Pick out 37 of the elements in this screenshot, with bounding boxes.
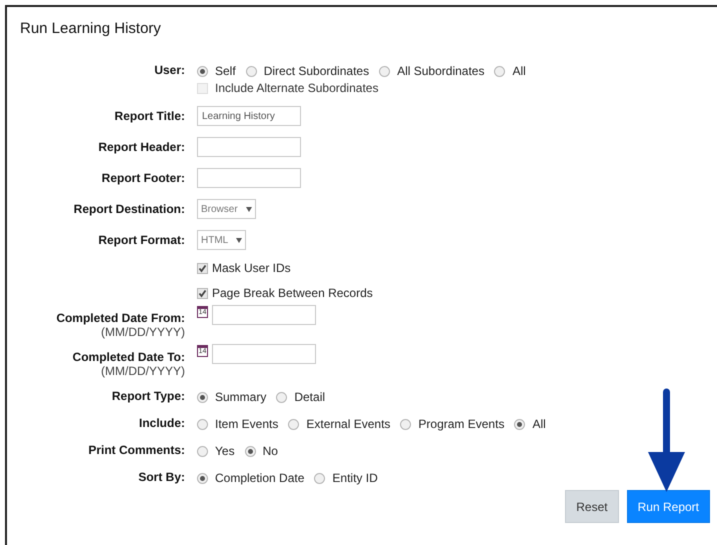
option-label: Include Alternate Subordinates	[215, 80, 378, 97]
option-label: Yes	[215, 443, 235, 460]
field-label: Print Comments:	[88, 443, 185, 457]
option-label: Self	[215, 63, 236, 80]
field-label: Report Type:	[112, 389, 185, 403]
field-label: User:	[154, 63, 185, 77]
option-label: Program Events	[418, 416, 504, 433]
option-label: Completion Date	[215, 470, 304, 487]
field-label: Report Destination:	[74, 202, 185, 216]
option-label: Page Break Between Records	[212, 285, 373, 302]
option-label: Item Events	[215, 416, 278, 433]
dropdown[interactable]: Browser	[197, 199, 256, 219]
field-label: Completed Date From:	[56, 311, 185, 325]
option-label: Direct Subordinates	[264, 63, 370, 80]
option-label: External Events	[306, 416, 390, 433]
option-label: Entity ID	[332, 470, 378, 487]
option-label: No	[262, 443, 278, 460]
field-label: Include:	[138, 416, 185, 430]
field-label: Completed Date To:	[72, 350, 185, 364]
field-label: Report Footer:	[102, 171, 185, 185]
field-label: Report Header:	[98, 140, 185, 154]
text-field[interactable]: Learning History	[197, 106, 301, 126]
page-title: Run Learning History	[20, 19, 162, 39]
option-label: Summary	[215, 389, 266, 406]
field-label: Report Title:	[114, 109, 185, 123]
date-format-hint: (MM/DD/YYYY)	[101, 325, 185, 339]
run-report-button[interactable]: Run Report	[626, 490, 710, 523]
option-label: All Subordinates	[397, 63, 484, 80]
dropdown[interactable]: HTML	[197, 230, 246, 250]
option-label: All	[532, 416, 546, 433]
field-label: Report Format:	[98, 233, 185, 247]
date-format-hint: (MM/DD/YYYY)	[101, 364, 185, 378]
reset-button[interactable]: Reset	[565, 490, 619, 523]
option-label: Mask User IDs	[212, 260, 291, 277]
field-label: Sort By:	[138, 470, 185, 484]
option-label: Detail	[294, 389, 326, 406]
option-label: All	[512, 63, 526, 80]
